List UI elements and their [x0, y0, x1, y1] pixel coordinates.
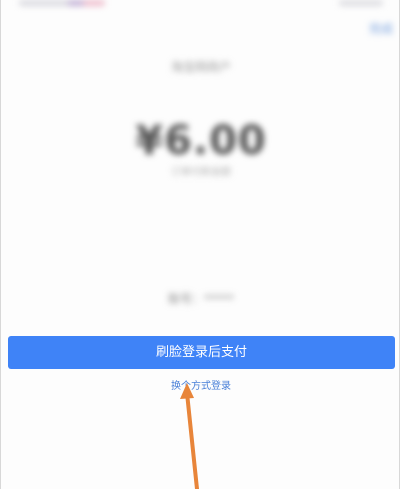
- arrow-up-icon: [180, 383, 199, 489]
- annotation-arrow-head: [180, 383, 194, 399]
- payment-screen: 完成 淘宝网商户 ¥6.00 订单付款金额 账号：***** 刷脸登录后支付 换…: [0, 0, 400, 489]
- annotation-arrow-shaft: [185, 391, 199, 489]
